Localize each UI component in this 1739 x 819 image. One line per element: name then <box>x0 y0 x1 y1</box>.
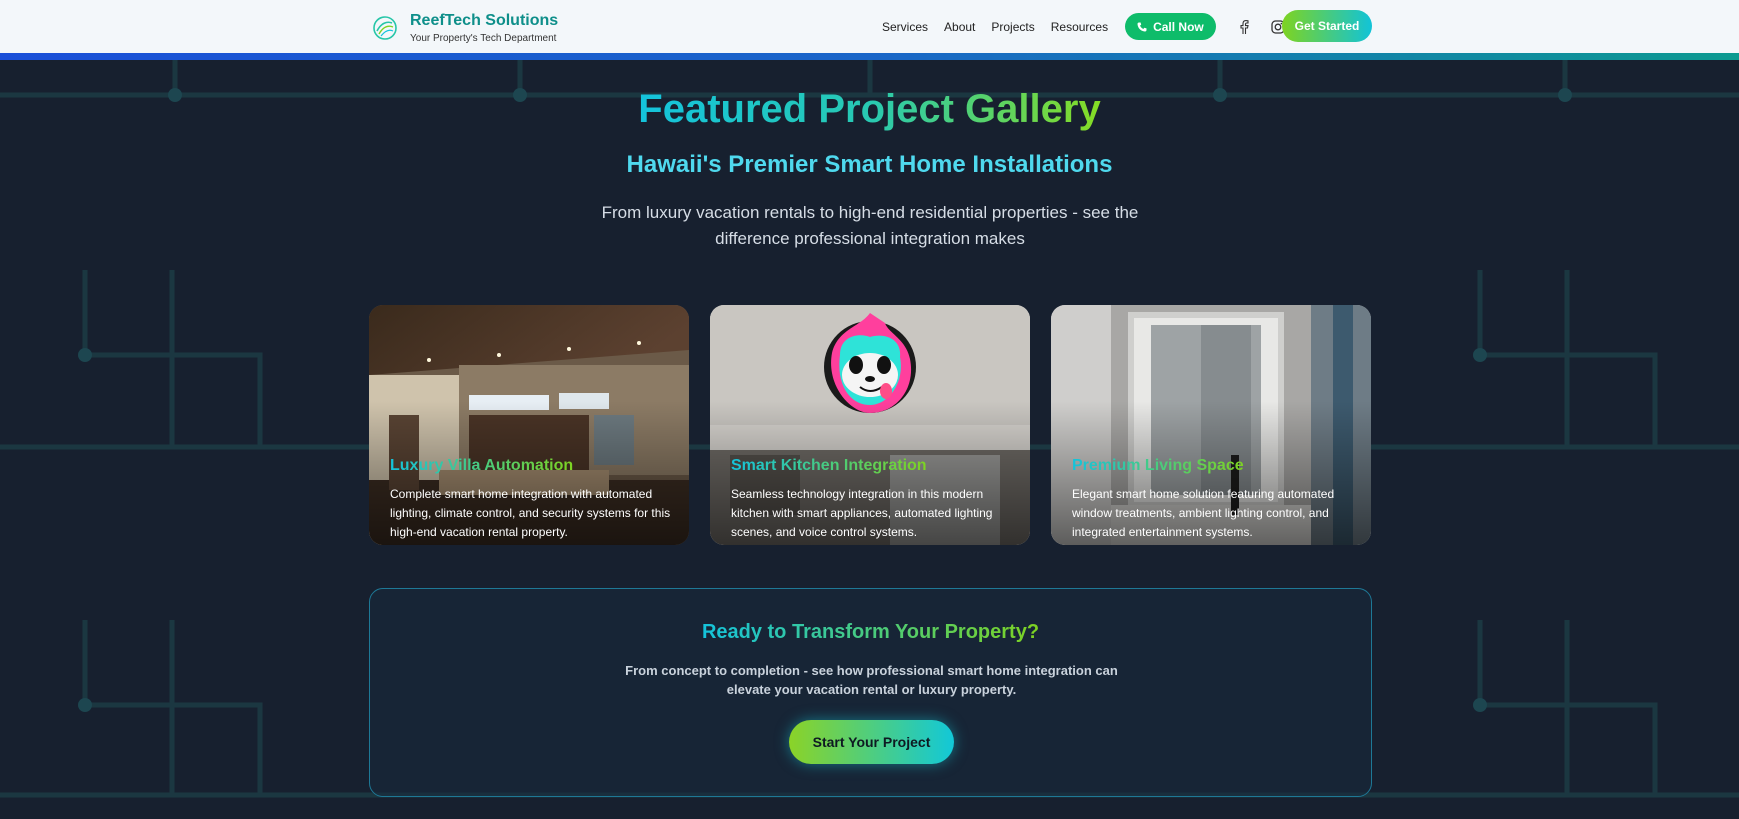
brand-tagline: Your Property's Tech Department <box>410 33 557 44</box>
card-title: Luxury Villa Automation <box>390 457 574 474</box>
header-accent-bar <box>0 53 1739 60</box>
page-title: Featured Project Gallery <box>638 87 1101 131</box>
call-now-button[interactable]: Call Now <box>1125 13 1216 40</box>
brand-logo[interactable]: ReefTech Solutions Your Property's Tech … <box>372 12 558 44</box>
facebook-link[interactable] <box>1236 19 1252 35</box>
main-nav: Services About Projects Resources Call N… <box>882 0 1304 53</box>
page-subtitle: Hawaii's Premier Smart Home Installation… <box>626 151 1113 178</box>
phone-icon <box>1137 22 1147 31</box>
card-description: Elegant smart home solution featuring au… <box>1072 487 1335 539</box>
card-title: Premium Living Space <box>1072 457 1244 474</box>
call-now-label: Call Now <box>1153 19 1204 34</box>
nav-about[interactable]: About <box>944 20 975 34</box>
nav-projects[interactable]: Projects <box>991 20 1034 34</box>
project-card-kitchen[interactable]: Smart Kitchen Integration Seamless techn… <box>710 305 1030 545</box>
project-card-living[interactable]: Premium Living Space Elegant smart home … <box>1051 305 1371 545</box>
site-header: ReefTech Solutions Your Property's Tech … <box>0 0 1739 53</box>
project-gallery: Luxury Villa Automation Complete smart h… <box>369 305 1371 545</box>
cta-title: Ready to Transform Your Property? <box>701 621 1040 643</box>
card-description: Complete smart home integration with aut… <box>390 487 671 539</box>
facebook-icon <box>1240 19 1249 34</box>
get-started-button[interactable]: Get Started <box>1282 10 1372 42</box>
start-project-button[interactable]: Start Your Project <box>789 720 954 764</box>
page-description: From luxury vacation rentals to high-end… <box>601 203 1139 248</box>
nav-services[interactable]: Services <box>882 20 928 34</box>
brand-title: ReefTech Solutions <box>410 12 559 29</box>
project-card-villa[interactable]: Luxury Villa Automation Complete smart h… <box>369 305 689 545</box>
card-title: Smart Kitchen Integration <box>731 457 927 474</box>
cta-description: From concept to completion - see how pro… <box>625 663 1118 697</box>
cta-panel: Ready to Transform Your Property? From c… <box>369 588 1372 797</box>
nav-resources[interactable]: Resources <box>1051 20 1108 34</box>
wave-logo-icon <box>373 16 397 40</box>
card-description: Seamless technology integration in this … <box>731 487 993 539</box>
